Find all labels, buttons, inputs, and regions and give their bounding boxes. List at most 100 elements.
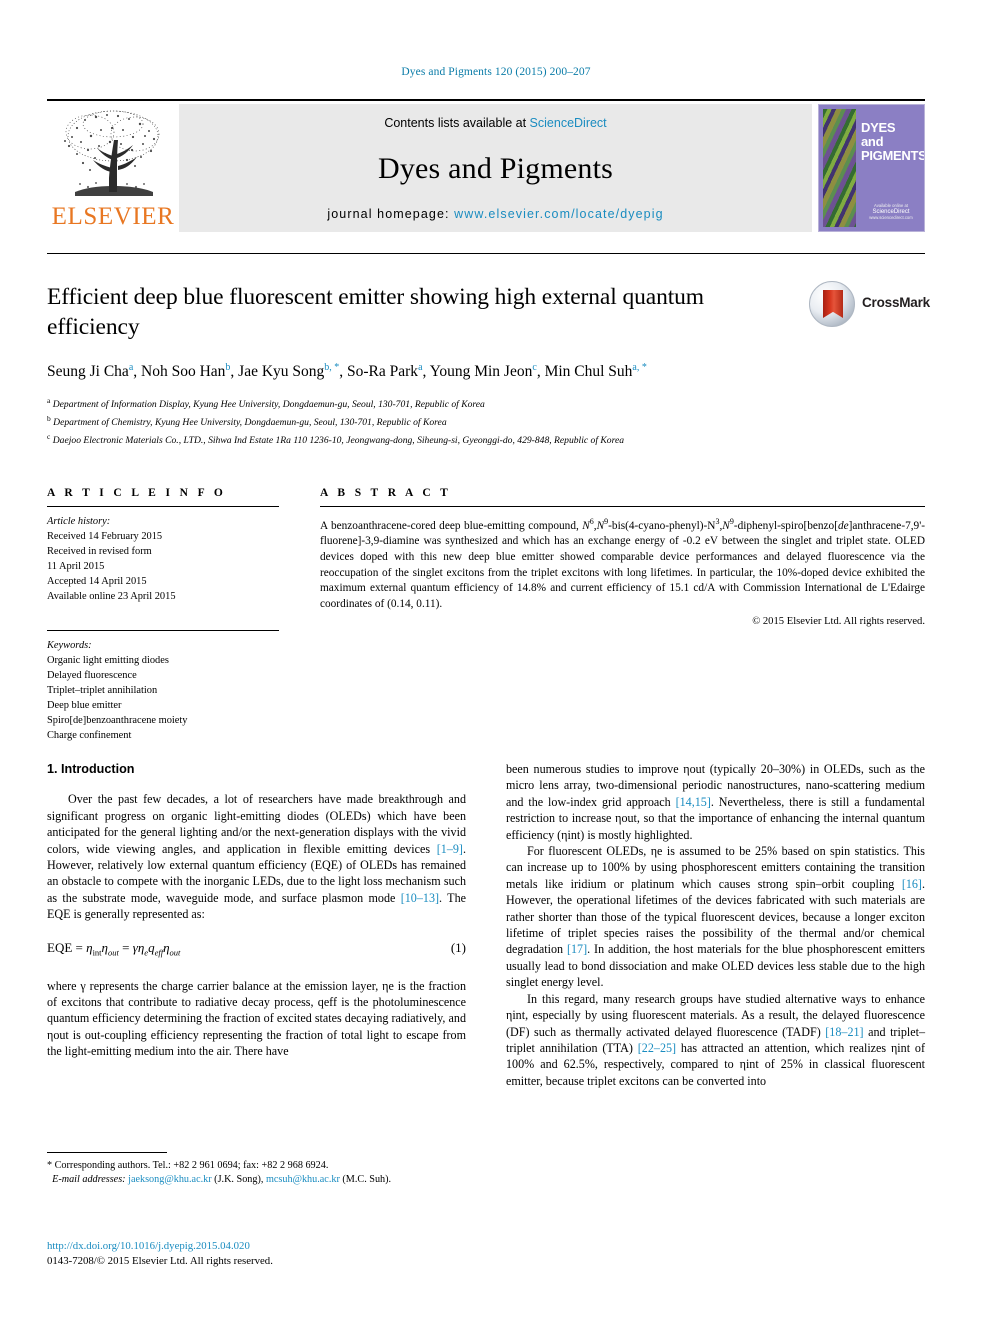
author-sep: , xyxy=(422,363,430,381)
running-head: Dyes and Pigments 120 (2015) 200–207 xyxy=(401,66,591,78)
equation-body: EQE = ηintηout = γηeqeffηout xyxy=(47,939,181,958)
affiliation-text: Daejoo Electronic Materials Co., LTD., S… xyxy=(52,434,625,446)
author-entry[interactable]: So-Ra Parka, xyxy=(347,362,430,381)
author-sep: , xyxy=(230,363,239,381)
cover-footer-sub: www.sciencedirect.com xyxy=(869,215,913,220)
para-text: where γ represents the charge carrier ba… xyxy=(47,978,466,1059)
paragraph: Over the past few decades, a lot of rese… xyxy=(47,791,466,922)
email-link-1[interactable]: jaeksong@khu.ac.kr xyxy=(128,1174,212,1185)
doi-block: http://dx.doi.org/10.1016/j.dyepig.2015.… xyxy=(47,1239,547,1269)
journal-cover-thumbnail[interactable]: DYES and PIGMENTS Available online at Sc… xyxy=(818,104,925,232)
crossmark-badge[interactable]: CrossMark xyxy=(809,281,930,329)
sciencedirect-link[interactable]: ScienceDirect xyxy=(530,116,607,130)
journal-masthead: ELSEVIER Contents lists available at Sci… xyxy=(47,99,925,232)
history-item: Received in revised form xyxy=(47,546,152,557)
author-name: Jae Kyu Song xyxy=(238,363,325,381)
doi-link[interactable]: http://dx.doi.org/10.1016/j.dyepig.2015.… xyxy=(47,1239,547,1254)
affiliation-item: c Daejoo Electronic Materials Co., LTD.,… xyxy=(47,430,925,448)
cover-title-line3: PIGMENTS xyxy=(861,148,925,163)
abstract-part-1: A benzoanthracene-cored deep blue-emitti… xyxy=(320,519,583,532)
author-entry[interactable]: Seung Ji Chaa, xyxy=(47,362,142,381)
corresponding-author-note: * Corresponding authors. Tel.: +82 2 961… xyxy=(47,1160,329,1171)
keyword-item: Organic light emitting diodes xyxy=(47,655,169,666)
cover-title: DYES and PIGMENTS xyxy=(861,120,925,163)
abstract-column: A B S T R A C T A benzoanthracene-cored … xyxy=(320,487,925,743)
email-owner-2: (M.C. Suh). xyxy=(339,1174,392,1185)
citation-ref[interactable]: [14,15] xyxy=(676,795,711,809)
author-name: So-Ra Park xyxy=(347,363,419,381)
crossmark-bookmark-icon xyxy=(823,290,843,318)
abstract-copyright: © 2015 Elsevier Ltd. All rights reserved… xyxy=(752,616,925,628)
journal-homepage-line: journal homepage: www.elsevier.com/locat… xyxy=(179,207,812,221)
page-title: Efficient deep blue fluorescent emitter … xyxy=(47,284,704,340)
email-label: E-mail addresses: xyxy=(52,1174,126,1185)
para-text: For fluorescent OLEDs, ηe is assumed to … xyxy=(506,844,925,891)
citation-ref[interactable]: [16] xyxy=(902,877,922,891)
formula-de: de xyxy=(837,519,849,532)
author-entry[interactable]: Noh Soo Hanb, xyxy=(141,362,239,381)
affiliation-mark: a xyxy=(47,396,51,406)
journal-homepage-link[interactable]: www.elsevier.com/locate/dyepig xyxy=(454,207,663,221)
para-text: Over the past few decades, a lot of rese… xyxy=(47,792,466,856)
contents-available-line: Contents lists available at ScienceDirec… xyxy=(179,116,812,130)
cover-title-line1: DYES xyxy=(861,120,896,135)
paragraph: where γ represents the charge carrier ba… xyxy=(47,978,466,1060)
cover-art-strip xyxy=(823,109,856,227)
paragraph: In this regard, many research groups hav… xyxy=(506,991,925,1089)
author-list: Seung Ji Chaa, Noh Soo Hanb, Jae Kyu Son… xyxy=(47,357,777,383)
author-entry[interactable]: Jae Kyu Songb, *, xyxy=(238,362,347,381)
formula-n4: ,N xyxy=(719,519,730,532)
email-link-2[interactable]: mcsuh@khu.ac.kr xyxy=(266,1174,340,1185)
affiliation-list: a Department of Information Display, Kyu… xyxy=(47,394,925,447)
footnote-rule xyxy=(47,1152,167,1153)
cover-title-line2: and xyxy=(861,134,884,149)
keywords-rule xyxy=(47,630,279,631)
affiliation-item: b Department of Chemistry, Kyung Hee Uni… xyxy=(47,412,925,430)
citation-ref[interactable]: [22–25] xyxy=(638,1041,676,1055)
citation-ref[interactable]: [17] xyxy=(567,942,587,956)
abstract-text: A benzoanthracene-cored deep blue-emitti… xyxy=(320,514,925,612)
journal-band: Contents lists available at ScienceDirec… xyxy=(179,104,812,232)
citation-ref[interactable]: [18–21] xyxy=(825,1025,863,1039)
article-info-heading: A R T I C L E I N F O xyxy=(47,487,227,499)
abstract-rule xyxy=(320,506,925,507)
author-name: Min Chul Suh xyxy=(544,363,633,381)
footnote-block: * Corresponding authors. Tel.: +82 2 961… xyxy=(47,1152,466,1187)
citation-ref[interactable]: [10–13] xyxy=(401,891,439,905)
keyword-item: Triplet–triplet annihilation xyxy=(47,685,158,696)
elsevier-logo: ELSEVIER xyxy=(47,104,179,232)
email-owner-1: (J.K. Song), xyxy=(211,1174,266,1185)
formula-n2: ,N xyxy=(593,519,605,532)
author-entry[interactable]: Young Min Jeonc, xyxy=(430,362,545,381)
email-note: E-mail addresses: jaeksong@khu.ac.kr (J.… xyxy=(47,1173,466,1187)
article-history-label: Article history: xyxy=(47,516,111,527)
equation-1: EQE = ηintηout = γηeqeffηout (1) xyxy=(47,940,466,961)
contents-prefix: Contents lists available at xyxy=(384,116,530,130)
author-affil-mark: a, * xyxy=(632,362,647,373)
keyword-item: Charge confinement xyxy=(47,730,132,741)
author-sep: , xyxy=(133,363,142,381)
paragraph: For fluorescent OLEDs, ηe is assumed to … xyxy=(506,843,925,991)
article-info-column: A R T I C L E I N F O Article history: R… xyxy=(47,487,279,743)
crossmark-label: CrossMark xyxy=(862,295,930,310)
article-page: Dyes and Pigments 120 (2015) 200–207 ELS… xyxy=(0,0,992,1323)
formula-mid-1: -bis(4-cyano-phenyl)-N xyxy=(608,519,716,532)
author-affil-mark: b, * xyxy=(324,362,340,373)
affiliation-item: a Department of Information Display, Kyu… xyxy=(47,394,925,412)
crossmark-circle-icon xyxy=(809,281,855,327)
author-entry[interactable]: Min Chul Suha, * xyxy=(544,362,647,381)
author-sep: , xyxy=(536,363,545,381)
abstract-heading: A B S T R A C T xyxy=(320,487,452,499)
history-item: 11 April 2015 xyxy=(47,561,105,572)
issn-copyright: 0143-7208/© 2015 Elsevier Ltd. All right… xyxy=(47,1255,273,1267)
paragraph: been numerous studies to improve ηout (t… xyxy=(506,761,925,843)
citation-ref[interactable]: [1–9] xyxy=(437,842,463,856)
affiliation-mark: b xyxy=(47,413,51,423)
equation-number: (1) xyxy=(450,939,466,955)
affiliation-text: Department of Information Display, Kyung… xyxy=(52,399,485,411)
elsevier-tree-icon xyxy=(55,106,171,204)
cover-footer: Available online at ScienceDirect www.sc… xyxy=(863,203,919,221)
keywords-label: Keywords: xyxy=(47,640,92,651)
keyword-item: Spiro[de]benzoanthracene moiety xyxy=(47,715,188,726)
